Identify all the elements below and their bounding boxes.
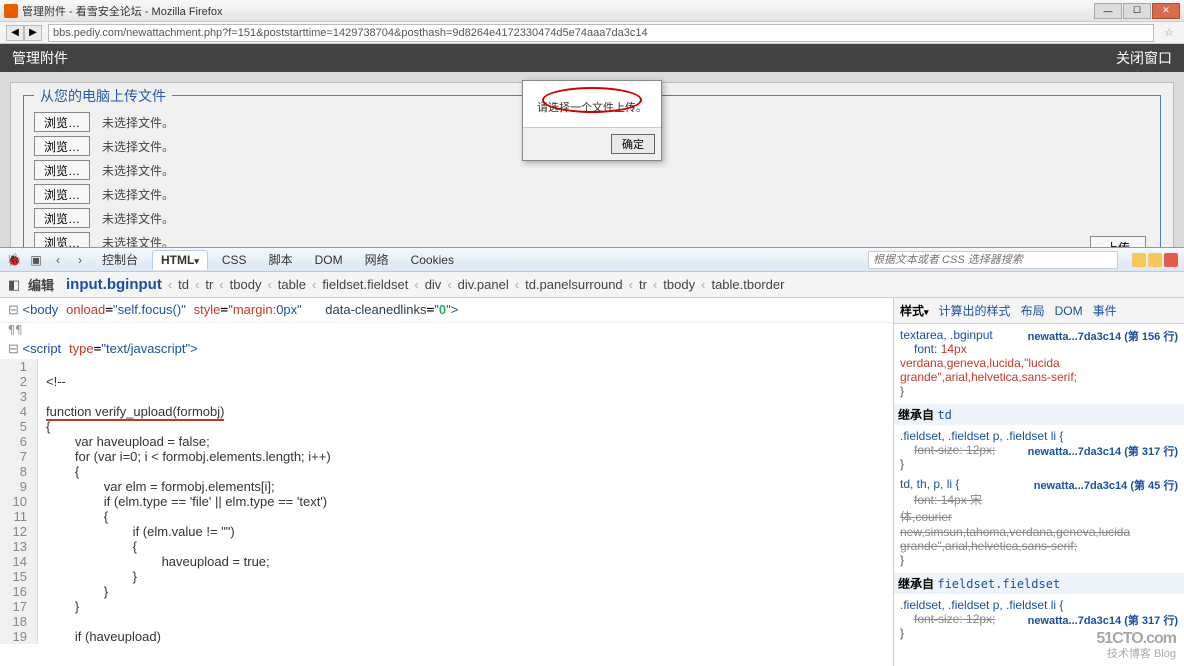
window-maximize-button[interactable]: ☐ — [1123, 3, 1151, 19]
annotation-circle — [542, 87, 642, 113]
window-title: 管理附件 - 看雪安全论坛 - Mozilla Firefox — [22, 3, 1094, 19]
element-breadcrumb[interactable]: ◧ 编辑 input.bginput‹td‹tr‹tbody‹table‹fie… — [0, 272, 1184, 298]
back-button[interactable]: ◀ — [6, 25, 24, 41]
browse-button[interactable]: 浏览… — [34, 184, 90, 204]
address-bar: ◀ ▶ bbs.pediy.com/newattachment.php?f=15… — [0, 22, 1184, 44]
breadcrumb-item[interactable]: tbody — [224, 277, 268, 292]
file-row: 浏览… 未选择文件。 — [34, 184, 1150, 204]
browse-button[interactable]: 浏览… — [34, 160, 90, 180]
alert-dialog: 请选择一个文件上传。 确定 — [522, 80, 662, 161]
no-file-label: 未选择文件。 — [102, 210, 174, 227]
code-line[interactable]: 1 — [0, 359, 893, 374]
firebug-search-input[interactable] — [868, 251, 1118, 269]
tab-html[interactable]: HTML▾ — [152, 250, 208, 270]
alert-ok-button[interactable]: 确定 — [611, 134, 655, 154]
styletab-style[interactable]: 样式▾ — [900, 302, 929, 319]
tab-net[interactable]: 网络 — [357, 249, 397, 270]
browse-button[interactable]: 浏览… — [34, 136, 90, 156]
no-file-label: 未选择文件。 — [102, 138, 174, 155]
body-tag-line[interactable]: ⊟ <body onload="self.focus()" style="mar… — [0, 298, 893, 323]
code-line[interactable]: 10 if (elm.type == 'file' || elm.type ==… — [0, 494, 893, 509]
code-line[interactable]: 12 if (elm.value != "") — [0, 524, 893, 539]
file-row: 浏览… 未选择文件。 — [34, 160, 1150, 180]
chevron-right-icon[interactable]: › — [72, 252, 88, 268]
tab-console[interactable]: 控制台 — [94, 249, 146, 270]
code-line[interactable]: 3 — [0, 389, 893, 404]
chevron-left-icon[interactable]: ‹ — [50, 252, 66, 268]
code-line[interactable]: 8 { — [0, 464, 893, 479]
code-line[interactable]: 17 } — [0, 599, 893, 614]
style-rules[interactable]: textarea, .bginputnewatta...7da3c14 (第 1… — [894, 324, 1184, 666]
code-line[interactable]: 15 } — [0, 569, 893, 584]
firebug-popout-button[interactable] — [1148, 253, 1162, 267]
breadcrumb-item[interactable]: table — [272, 277, 312, 292]
tab-dom[interactable]: DOM — [307, 251, 351, 269]
code-line[interactable]: 18 — [0, 614, 893, 629]
style-pane: 样式▾ 计算出的样式 布局 DOM 事件 textarea, .bginputn… — [894, 298, 1184, 666]
close-window-link[interactable]: 关闭窗口 — [1116, 48, 1172, 68]
styletab-dom[interactable]: DOM — [1055, 304, 1083, 318]
firebug-panel: 🐞 ▣ ‹ › 控制台 HTML▾ CSS 脚本 DOM 网络 Cookies … — [0, 247, 1184, 666]
firefox-icon — [4, 4, 18, 18]
tab-css[interactable]: CSS — [214, 251, 255, 269]
breadcrumb-item[interactable]: tr — [199, 277, 219, 292]
no-file-label: 未选择文件。 — [102, 114, 174, 131]
firebug-minimize-button[interactable] — [1132, 253, 1146, 267]
browse-button[interactable]: 浏览… — [34, 208, 90, 228]
edit-button[interactable]: 编辑 — [22, 275, 60, 294]
page-header: 管理附件 关闭窗口 — [0, 44, 1184, 72]
code-line[interactable]: 2<!-- — [0, 374, 893, 389]
code-line[interactable]: 11 { — [0, 509, 893, 524]
breadcrumb-item[interactable]: td.panelsurround — [519, 277, 629, 292]
tab-script[interactable]: 脚本 — [261, 249, 301, 270]
browse-button[interactable]: 浏览… — [34, 112, 90, 132]
url-input[interactable]: bbs.pediy.com/newattachment.php?f=151&po… — [48, 24, 1154, 42]
breadcrumb-item[interactable]: fieldset.fieldset — [316, 277, 414, 292]
code-line[interactable]: 19 if (haveupload) — [0, 629, 893, 644]
file-row: 浏览… 未选择文件。 — [34, 208, 1150, 228]
breadcrumb-item[interactable]: td — [172, 277, 195, 292]
styletab-events[interactable]: 事件 — [1093, 302, 1117, 319]
breadcrumb-item[interactable]: tr — [633, 277, 653, 292]
html-source-pane[interactable]: ⊟ <body onload="self.focus()" style="mar… — [0, 298, 894, 666]
breadcrumb-item[interactable]: div — [419, 277, 448, 292]
no-file-label: 未选择文件。 — [102, 186, 174, 203]
breadcrumb-item[interactable]: div.panel — [452, 277, 515, 292]
file-row: 浏览… 未选择文件。 — [34, 232, 1150, 247]
page-title: 管理附件 — [12, 48, 68, 68]
firebug-tabbar: 🐞 ▣ ‹ › 控制台 HTML▾ CSS 脚本 DOM 网络 Cookies — [0, 248, 1184, 272]
code-line[interactable]: 13 { — [0, 539, 893, 554]
tab-cookies[interactable]: Cookies — [403, 251, 462, 269]
inspect-icon[interactable]: ▣ — [28, 252, 44, 268]
watermark: 51CTO.com 技术博客 Blog — [1096, 630, 1176, 660]
bug-icon[interactable]: 🐞 — [6, 252, 22, 268]
bookmark-icon[interactable]: ☆ — [1160, 25, 1178, 41]
firebug-sub-icon[interactable]: ◧ — [6, 277, 22, 293]
code-line[interactable]: 14 haveupload = true; — [0, 554, 893, 569]
styletab-layout[interactable]: 布局 — [1021, 302, 1045, 319]
fieldset-legend: 从您的电脑上传文件 — [34, 86, 172, 106]
code-line[interactable]: 6 var haveupload = false; — [0, 434, 893, 449]
code-line[interactable]: 7 for (var i=0; i < formobj.elements.len… — [0, 449, 893, 464]
forward-button[interactable]: ▶ — [24, 25, 42, 41]
breadcrumb-item[interactable]: table.tborder — [705, 277, 790, 292]
breadcrumb-item[interactable]: input.bginput — [60, 276, 168, 293]
no-file-label: 未选择文件。 — [102, 234, 174, 248]
window-minimize-button[interactable]: — — [1094, 3, 1122, 19]
code-line[interactable]: 9 var elm = formobj.elements[i]; — [0, 479, 893, 494]
code-line[interactable]: 5{ — [0, 419, 893, 434]
firebug-close-button[interactable] — [1164, 253, 1178, 267]
pilcrow-icon: ¶¶ — [0, 323, 893, 339]
window-titlebar: 管理附件 - 看雪安全论坛 - Mozilla Firefox — ☐ ✕ — [0, 0, 1184, 22]
script-tag-line[interactable]: ⊟ <script type="text/javascript"> — [0, 339, 893, 359]
code-line[interactable]: 4function verify_upload(formobj) — [0, 404, 893, 419]
browse-button[interactable]: 浏览… — [34, 232, 90, 247]
no-file-label: 未选择文件。 — [102, 162, 174, 179]
window-close-button[interactable]: ✕ — [1152, 3, 1180, 19]
breadcrumb-item[interactable]: tbody — [657, 277, 701, 292]
styletab-computed[interactable]: 计算出的样式 — [939, 302, 1011, 319]
upload-button[interactable]: 上传 — [1090, 236, 1146, 247]
code-line[interactable]: 16 } — [0, 584, 893, 599]
